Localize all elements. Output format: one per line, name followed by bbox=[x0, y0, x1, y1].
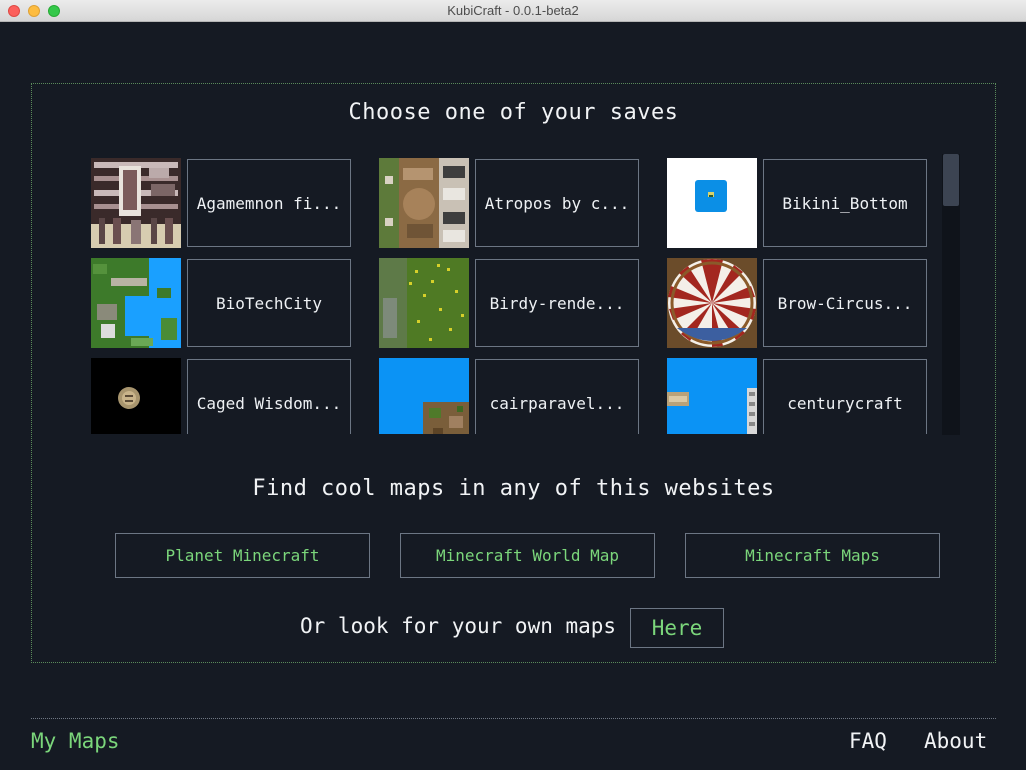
about-link[interactable]: About bbox=[924, 729, 987, 753]
save-name-label[interactable]: Birdy-rende... bbox=[475, 259, 639, 347]
caged-wisdom-map-thumbnail[interactable] bbox=[91, 358, 181, 434]
save-card-caged-wisdom[interactable]: Caged Wisdom... bbox=[91, 358, 352, 434]
brow-circus-map-thumbnail[interactable] bbox=[667, 258, 757, 348]
save-card-brow-circus[interactable]: Brow-Circus... bbox=[667, 258, 928, 348]
save-name-label[interactable]: Atropos by c... bbox=[475, 159, 639, 247]
footer-divider bbox=[31, 718, 996, 719]
save-name-label[interactable]: Agamemnon fi... bbox=[187, 159, 351, 247]
planet-minecraft-button[interactable]: Planet Minecraft bbox=[115, 533, 370, 578]
centurycraft-map-thumbnail[interactable] bbox=[667, 358, 757, 434]
atropos-map-thumbnail[interactable] bbox=[379, 158, 469, 248]
biotechcity-map-thumbnail[interactable] bbox=[91, 258, 181, 348]
save-name-label[interactable]: cairparavel... bbox=[475, 359, 639, 434]
saves-scrollbar[interactable] bbox=[942, 154, 960, 435]
bikini-bottom-map-thumbnail[interactable] bbox=[667, 158, 757, 248]
save-card-agamemnon[interactable]: Agamemnon fi... bbox=[91, 158, 352, 248]
save-card-bikini-bottom[interactable]: Bikini_Bottom bbox=[667, 158, 928, 248]
save-card-cairparavel[interactable]: cairparavel... bbox=[379, 358, 640, 434]
own-maps-label: Or look for your own maps bbox=[300, 614, 617, 638]
window-title: KubiCraft - 0.0.1-beta2 bbox=[447, 3, 579, 18]
save-card-atropos[interactable]: Atropos by c... bbox=[379, 158, 640, 248]
save-card-biotechcity[interactable]: BioTechCity bbox=[91, 258, 352, 348]
cairparavel-map-thumbnail[interactable] bbox=[379, 358, 469, 434]
saves-heading: Choose one of your saves bbox=[348, 100, 679, 125]
own-maps-row: Or look for your own maps Here bbox=[32, 606, 995, 648]
save-name-label[interactable]: BioTechCity bbox=[187, 259, 351, 347]
main-panel: Choose one of your saves Agamemnon fi...… bbox=[31, 83, 996, 663]
birdy-map-thumbnail[interactable] bbox=[379, 258, 469, 348]
save-card-birdy[interactable]: Birdy-rende... bbox=[379, 258, 640, 348]
save-card-centurycraft[interactable]: centurycraft bbox=[667, 358, 928, 434]
save-name-label[interactable]: Bikini_Bottom bbox=[763, 159, 927, 247]
here-button[interactable]: Here bbox=[630, 608, 724, 648]
saves-scrollbar-thumb[interactable] bbox=[943, 154, 959, 206]
minecraft-maps-button[interactable]: Minecraft Maps bbox=[685, 533, 940, 578]
my-maps-link[interactable]: My Maps bbox=[31, 729, 120, 753]
websites-heading: Find cool maps in any of this websites bbox=[252, 476, 775, 501]
faq-link[interactable]: FAQ bbox=[849, 729, 887, 753]
save-name-label[interactable]: Brow-Circus... bbox=[763, 259, 927, 347]
save-name-label[interactable]: centurycraft bbox=[763, 359, 927, 434]
agamemnon-map-thumbnail[interactable] bbox=[91, 158, 181, 248]
window-titlebar: KubiCraft - 0.0.1-beta2 bbox=[0, 0, 1026, 22]
minecraft-world-map-button[interactable]: Minecraft World Map bbox=[400, 533, 655, 578]
save-name-label[interactable]: Caged Wisdom... bbox=[187, 359, 351, 434]
saves-grid: Agamemnon fi... Atropos by c... Bikini_B… bbox=[91, 158, 942, 434]
